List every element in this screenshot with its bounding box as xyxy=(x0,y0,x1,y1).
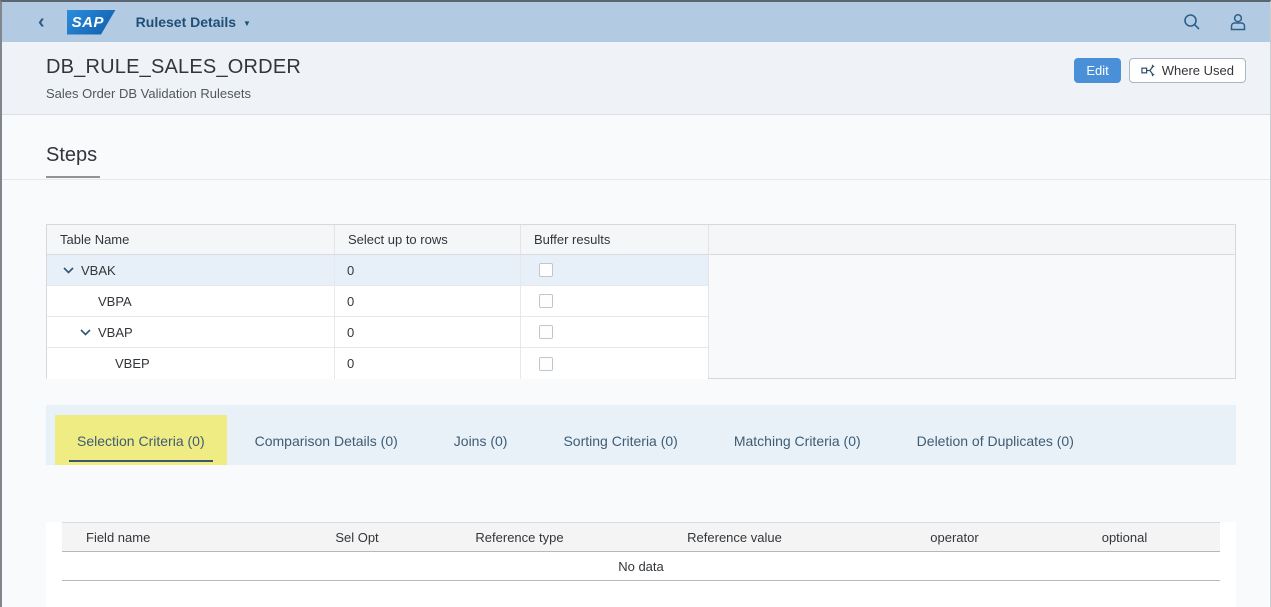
anchor-bar: Steps xyxy=(2,115,1270,180)
cell-buffer-results xyxy=(521,317,708,347)
table-row-vbak[interactable]: VBAK 0 xyxy=(47,255,708,286)
cell-select-up-to-rows: 0 xyxy=(335,255,521,285)
column-header-optional[interactable]: optional xyxy=(1067,530,1182,545)
buffer-results-checkbox[interactable] xyxy=(539,263,553,277)
criteria-tab-bar: Selection Criteria (0) Comparison Detail… xyxy=(46,405,1236,465)
steps-table-header-filler xyxy=(709,225,1235,255)
object-header-text: DB_RULE_SALES_ORDER Sales Order DB Valid… xyxy=(46,56,301,101)
select-up-to-rows-value: 0 xyxy=(347,294,354,309)
steps-table-rows: VBAK 0 VBPA 0 xyxy=(47,255,708,379)
steps-table: Table Name Select up to rows Buffer resu… xyxy=(46,224,1236,379)
where-used-label: Where Used xyxy=(1162,63,1234,78)
shell-bar: ‹ SAP Ruleset Details ▼ xyxy=(2,2,1270,42)
shell-title-label: Ruleset Details xyxy=(136,14,236,30)
tab-joins[interactable]: Joins (0) xyxy=(426,415,536,465)
table-row-vbep[interactable]: VBEP 0 xyxy=(47,348,708,379)
table-name-label: VBAP xyxy=(98,325,133,340)
header-actions: Edit Where Used xyxy=(1074,58,1246,83)
sap-logo-text: SAP xyxy=(72,14,104,31)
cell-buffer-results xyxy=(521,348,708,379)
buffer-results-checkbox[interactable] xyxy=(539,357,553,371)
cell-select-up-to-rows: 0 xyxy=(335,348,521,379)
steps-table-filler xyxy=(708,225,1235,378)
back-icon[interactable]: ‹ xyxy=(38,12,45,32)
buffer-results-checkbox[interactable] xyxy=(539,325,553,339)
tab-sorting-criteria[interactable]: Sorting Criteria (0) xyxy=(535,415,705,465)
tab-label: Comparison Details (0) xyxy=(247,419,406,462)
cell-buffer-results xyxy=(521,255,708,285)
user-profile-icon[interactable] xyxy=(1228,12,1248,32)
tab-comparison-details[interactable]: Comparison Details (0) xyxy=(227,415,426,465)
chevron-down-icon: ▼ xyxy=(243,17,251,28)
shell-title-menu[interactable]: Ruleset Details ▼ xyxy=(136,14,251,30)
chevron-down-icon[interactable] xyxy=(80,329,98,336)
cell-table-name: VBEP xyxy=(47,348,335,379)
criteria-table: Field name Sel Opt Reference type Refere… xyxy=(62,522,1220,581)
app-window: ‹ SAP Ruleset Details ▼ DB_RULE_SALES_OR… xyxy=(0,0,1271,607)
criteria-table-header: Field name Sel Opt Reference type Refere… xyxy=(62,523,1220,552)
anchor-item-steps[interactable]: Steps xyxy=(46,144,100,178)
steps-table-body-filler xyxy=(709,255,1235,378)
column-header-reference-type[interactable]: Reference type xyxy=(412,530,627,545)
select-up-to-rows-value: 0 xyxy=(347,263,354,278)
column-header-sel-opt[interactable]: Sel Opt xyxy=(302,530,412,545)
tab-label: Selection Criteria (0) xyxy=(69,419,213,462)
table-name-label: VBPA xyxy=(98,294,132,309)
search-icon[interactable] xyxy=(1182,12,1202,32)
no-data-row: No data xyxy=(62,552,1220,581)
steps-table-main: Table Name Select up to rows Buffer resu… xyxy=(47,225,708,378)
where-used-button[interactable]: Where Used xyxy=(1129,58,1246,83)
cell-select-up-to-rows: 0 xyxy=(335,286,521,316)
buffer-results-checkbox[interactable] xyxy=(539,294,553,308)
tab-label: Joins (0) xyxy=(446,419,516,462)
tab-matching-criteria[interactable]: Matching Criteria (0) xyxy=(706,415,889,465)
cell-buffer-results xyxy=(521,286,708,316)
table-row-vbpa[interactable]: VBPA 0 xyxy=(47,286,708,317)
sap-logo[interactable]: SAP xyxy=(67,10,116,35)
tab-deletion-of-duplicates[interactable]: Deletion of Duplicates (0) xyxy=(889,415,1102,465)
tab-content-panel: Field name Sel Opt Reference type Refere… xyxy=(46,522,1236,607)
select-up-to-rows-value: 0 xyxy=(347,325,354,340)
tab-label: Matching Criteria (0) xyxy=(726,419,869,462)
page-title: DB_RULE_SALES_ORDER xyxy=(46,56,301,79)
column-header-reference-value[interactable]: Reference value xyxy=(627,530,842,545)
cell-table-name: VBAK xyxy=(47,255,335,285)
cell-table-name: VBPA xyxy=(47,286,335,316)
tab-label: Deletion of Duplicates (0) xyxy=(909,419,1082,462)
edit-button[interactable]: Edit xyxy=(1074,58,1120,83)
shell-actions xyxy=(1182,12,1248,32)
column-header-operator[interactable]: operator xyxy=(842,530,1067,545)
object-page-header: DB_RULE_SALES_ORDER Sales Order DB Valid… xyxy=(2,42,1270,115)
table-name-label: VBAK xyxy=(81,263,116,278)
table-name-label: VBEP xyxy=(115,356,150,371)
page-subtitle: Sales Order DB Validation Rulesets xyxy=(46,86,301,101)
steps-table-header: Table Name Select up to rows Buffer resu… xyxy=(47,225,708,255)
column-header-table-name[interactable]: Table Name xyxy=(47,225,335,254)
cell-select-up-to-rows: 0 xyxy=(335,317,521,347)
tab-label: Sorting Criteria (0) xyxy=(555,419,685,462)
select-up-to-rows-value: 0 xyxy=(347,356,354,371)
cell-table-name: VBAP xyxy=(47,317,335,347)
column-header-field-name[interactable]: Field name xyxy=(62,530,302,545)
column-header-select-up-to-rows[interactable]: Select up to rows xyxy=(335,225,521,254)
tab-selection-criteria[interactable]: Selection Criteria (0) xyxy=(55,415,227,465)
table-row-vbap[interactable]: VBAP 0 xyxy=(47,317,708,348)
column-header-buffer-results[interactable]: Buffer results xyxy=(521,225,708,254)
chevron-down-icon[interactable] xyxy=(63,267,81,274)
where-used-icon xyxy=(1141,63,1156,78)
